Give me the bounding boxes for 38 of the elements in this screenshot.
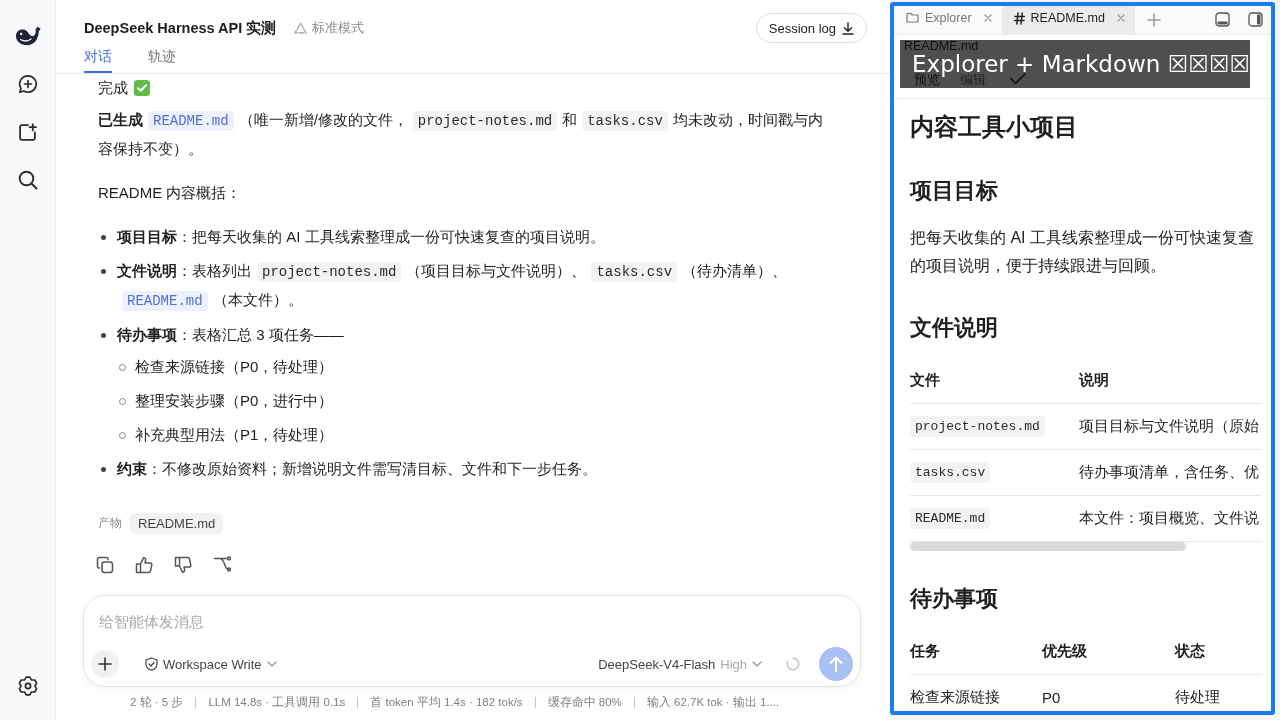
list-item: 补充典型用法（P1，待处理） — [135, 425, 334, 445]
doc-heading: 待办事项 — [910, 585, 999, 613]
filename-code: project-notes.md — [910, 416, 1045, 437]
table-text: 项目目标与文件说明（原始 — [1079, 417, 1260, 436]
column-heading: 状态 — [1175, 642, 1206, 661]
table-text: 检查来源链接 — [910, 688, 1001, 707]
list-item: 文件说明：表格列出 project-notes.md （项目目标与文件说明）、 tasks.csv （待办清单）、 README.md （本文件）。 — [117, 261, 789, 313]
column-heading: 说明 — [1079, 371, 1110, 390]
conversation-title: DeepSeek Harness API 实测 — [84, 18, 277, 38]
doc-title: 内容工具小项目 — [910, 112, 1079, 142]
stat-text: LLM 14.8s · 工具调用 0.1s — [208, 694, 346, 710]
column-heading: 文件 — [910, 371, 941, 390]
list-item: 项目目标：把每天收集的 AI 工具线索整理成一份可快速复查的项目说明。 — [117, 227, 605, 247]
mode-label: 标准模式 — [312, 19, 365, 37]
list-item: 约束：不修改原始资料；新增说明文件需写清目标、文件和下一步任务。 — [117, 459, 597, 479]
column-heading: 任务 — [910, 642, 941, 661]
table-text: P0 — [1042, 689, 1062, 706]
stat-text: 输入 62.7K tok · 输出 1.... — [646, 694, 780, 710]
list-item: 整理安装步骤（P0，进行中） — [135, 391, 334, 411]
stat-text: 2 轮 · 5 步 — [130, 694, 184, 710]
list-item: 待办事项：表格汇总 3 项任务—— — [117, 325, 344, 345]
doc-paragraph: 把每天收集的 AI 工具线索整理成一份可快速复查的项目说明，便于持续跟进与回顾。 — [910, 228, 1255, 276]
stat-text: 首 token 平均 1.4s · 182 tok/s — [370, 694, 523, 710]
message-paragraph: 已生成 README.md （唯一新增/修改的文件， project-notes.md 和 tasks.csv 均未改动，时间戳与内容保持不变）。 — [98, 110, 824, 159]
section-intro: README 内容概括： — [98, 183, 243, 203]
doc-heading: 文件说明 — [910, 314, 999, 342]
table-text: 待办事项清单，含任务、优 — [1079, 463, 1260, 482]
file-path: README.md — [904, 39, 979, 53]
artifact-label: 产物 — [98, 514, 122, 532]
filename-code: tasks.csv — [910, 462, 991, 483]
table-text: 本文件：项目概览、文件说 — [1079, 509, 1260, 528]
stat-text: 缓存命中 80% — [547, 694, 622, 710]
doc-heading: 项目目标 — [910, 177, 999, 205]
filename-code: README.md — [910, 508, 991, 529]
status-text: 完成 — [98, 78, 128, 98]
list-item: 检查来源链接（P0，待处理） — [135, 357, 334, 377]
column-heading: 优先级 — [1042, 642, 1088, 661]
table-text: 待处理 — [1175, 688, 1221, 707]
